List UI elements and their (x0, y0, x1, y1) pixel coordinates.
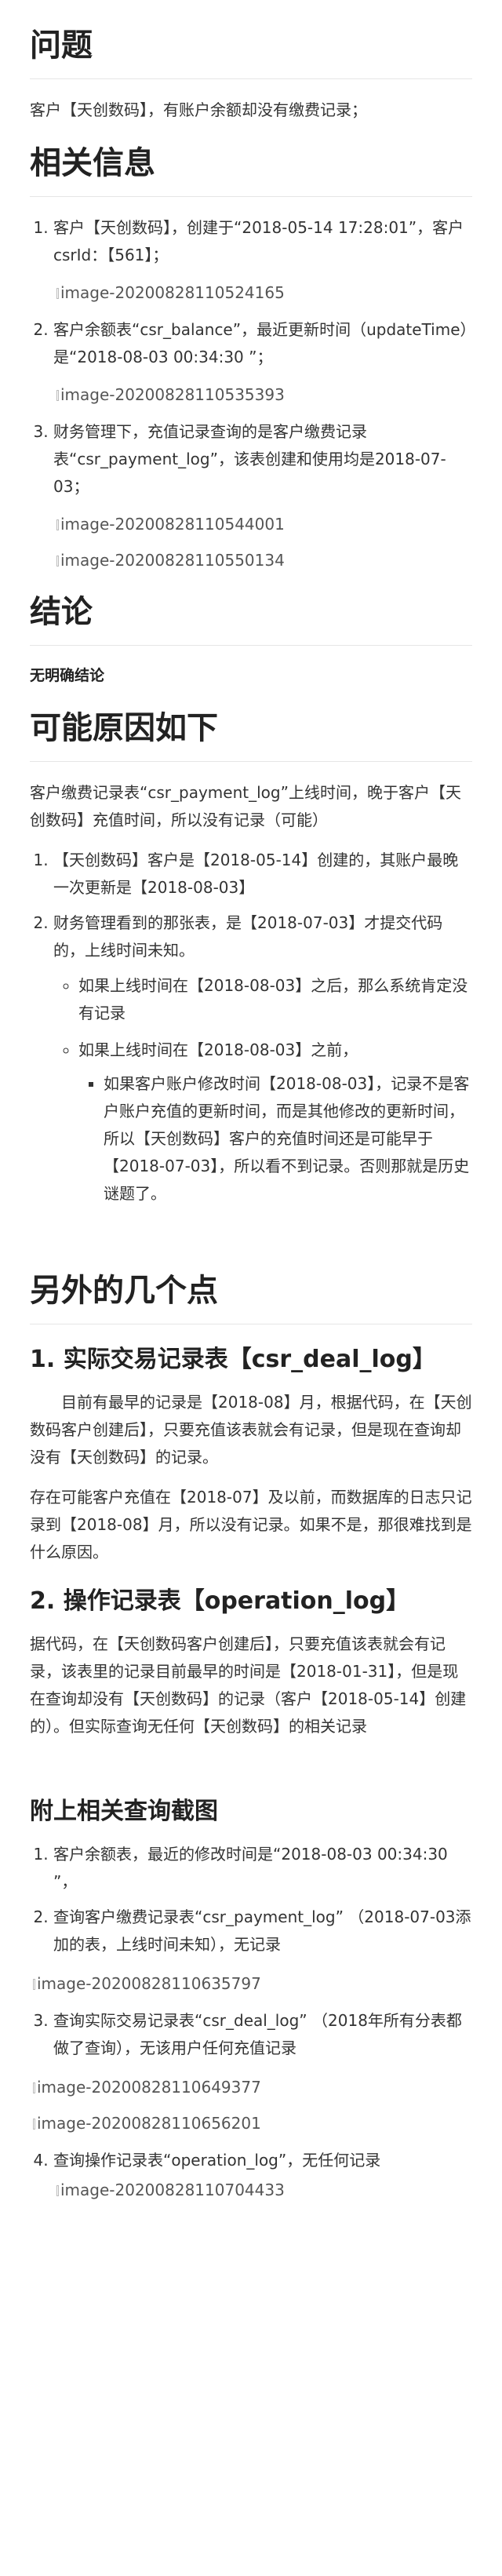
conclusion-text: 无明确结论 (30, 667, 105, 684)
broken-image-icon (56, 2185, 59, 2197)
heading-deal-log: 1. 实际交易记录表【csr_deal_log】 (30, 1346, 436, 1374)
image-placeholder: image-20200828110635797 (30, 1971, 472, 1996)
image-placeholder: image-20200828110544001 (53, 512, 472, 537)
screenshots-list: 客户余额表，最近的修改时间是“2018-08-03 00:34:30 ”， 查询… (30, 1841, 472, 1958)
reason-subitem: 如果上线时间在【2018-08-03】之后，那么系统肯定没有记录 (78, 972, 472, 1027)
deal-log-paragraph: 存在可能客户充值在【2018-07】及以前，而数据库的日志只记录到【2018-0… (30, 1488, 472, 1562)
image-alt-text: image-20200828110535393 (60, 385, 285, 404)
problem-text: 客户【天创数码】，有账户余额却没有缴费记录； (30, 100, 367, 119)
reason-subtext: 如果上线时间在【2018-08-03】之前， (78, 1040, 358, 1060)
deal-log-paragraph: 目前有最早的记录是【2018-08】月，根据代码，在【天创数码客户创建后】，只要… (30, 1393, 472, 1467)
heading-related-info: 相关信息 (30, 141, 472, 197)
related-info-item: 客户余额表“csr_balance”，最近更新时间（updateTime）是“2… (53, 316, 472, 407)
screenshot-text: 查询操作记录表“operation_log”，无任何记录 (53, 2151, 381, 2170)
image-alt-text: image-20200828110704433 (60, 2181, 285, 2200)
image-placeholder: image-20200828110649377 (30, 2075, 472, 2100)
related-info-text: 客户余额表“csr_balance”，最近更新时间（updateTime）是“2… (53, 320, 468, 366)
reason-subtext: 如果上线时间在【2018-08-03】之后，那么系统肯定没有记录 (78, 976, 468, 1023)
image-placeholder: image-20200828110656201 (30, 2111, 472, 2136)
broken-image-icon (56, 519, 59, 530)
broken-image-icon (56, 556, 59, 567)
image-alt-text: image-20200828110524165 (60, 283, 285, 302)
related-info-item: 财务管理下，充值记录查询的是客户缴费记录表“csr_payment_log”，该… (53, 418, 472, 573)
related-info-item: 客户【天创数码】，创建于“2018-05-14 17:28:01”，客户csrI… (53, 214, 472, 305)
reason-text: 财务管理看到的那张表，是【2018-07-03】才提交代码的，上线时间未知。 (53, 913, 443, 960)
image-alt-text: image-20200828110550134 (60, 551, 285, 570)
image-alt-text: image-20200828110649377 (37, 2078, 261, 2097)
reason-item: 财务管理看到的那张表，是【2018-07-03】才提交代码的，上线时间未知。 如… (53, 909, 472, 1208)
heading-problem: 问题 (30, 24, 472, 79)
related-info-text: 财务管理下，充值记录查询的是客户缴费记录表“csr_payment_log”，该… (53, 422, 446, 496)
broken-image-icon (56, 288, 59, 299)
reason-subsubitem: 如果客户账户修改时间【2018-08-03】，记录不是客户账户充值的更新时间，而… (104, 1070, 472, 1208)
image-alt-text: image-20200828110544001 (60, 515, 285, 534)
heading-other-points: 另外的几个点 (30, 1269, 472, 1325)
reasons-intro: 客户缴费记录表“csr_payment_log”上线时间，晚于客户【天创数码】充… (30, 783, 461, 830)
reason-text: 【天创数码】客户是【2018-05-14】创建的，其账户最晚一次更新是【2018… (53, 851, 459, 898)
broken-image-icon (56, 390, 59, 401)
screenshots-list: 查询操作记录表“operation_log”，无任何记录 image-20200… (30, 2147, 472, 2203)
reason-subsubtext: 如果客户账户修改时间【2018-08-03】，记录不是客户账户充值的更新时间，而… (104, 1074, 470, 1204)
reason-item: 【天创数码】客户是【2018-05-14】创建的，其账户最晚一次更新是【2018… (53, 847, 472, 902)
related-info-text: 客户【天创数码】，创建于“2018-05-14 17:28:01”，客户csrI… (53, 218, 464, 264)
broken-image-icon (33, 1979, 35, 1991)
image-placeholder: image-20200828110535393 (53, 382, 472, 407)
reason-subitem: 如果上线时间在【2018-08-03】之前， 如果客户账户修改时间【2018-0… (78, 1037, 472, 1208)
operation-log-paragraph: 据代码，在【天创数码客户创建后】，只要充值该表就会有记录，该表里的记录目前最早的… (30, 1634, 467, 1736)
screenshot-item: 客户余额表，最近的修改时间是“2018-08-03 00:34:30 ”， (53, 1841, 472, 1896)
screenshots-list: 查询实际交易记录表“csr_deal_log” （2018年所有分表都做了查询）… (30, 2007, 472, 2062)
image-alt-text: image-20200828110635797 (37, 1974, 261, 1994)
screenshot-item: 查询客户缴费记录表“csr_payment_log” （2018-07-03添加… (53, 1904, 472, 1958)
image-placeholder: image-20200828110704433 (53, 2177, 472, 2203)
screenshot-text: 查询实际交易记录表“csr_deal_log” （2018年所有分表都做了查询）… (53, 2011, 462, 2058)
image-placeholder: image-20200828110524165 (53, 280, 472, 305)
reason-sublist: 如果上线时间在【2018-08-03】之后，那么系统肯定没有记录 如果上线时间在… (53, 972, 472, 1208)
heading-operation-log: 2. 操作记录表【operation_log】 (30, 1587, 410, 1616)
reason-subsublist: 如果客户账户修改时间【2018-08-03】，记录不是客户账户充值的更新时间，而… (78, 1070, 472, 1208)
heading-conclusion: 结论 (30, 590, 472, 646)
screenshot-item: 查询实际交易记录表“csr_deal_log” （2018年所有分表都做了查询）… (53, 2007, 472, 2062)
heading-possible-reasons: 可能原因如下 (30, 706, 472, 763)
image-alt-text: image-20200828110656201 (37, 2114, 261, 2133)
related-info-list: 客户【天创数码】，创建于“2018-05-14 17:28:01”，客户csrI… (30, 214, 472, 573)
image-placeholder: image-20200828110550134 (53, 548, 472, 573)
heading-screenshots: 附上相关查询截图 (30, 1798, 218, 1826)
broken-image-icon (33, 2082, 35, 2094)
broken-image-icon (33, 2119, 35, 2130)
screenshot-text: 查询客户缴费记录表“csr_payment_log” （2018-07-03添加… (53, 1907, 471, 1955)
screenshot-text: 客户余额表，最近的修改时间是“2018-08-03 00:34:30 ”， (53, 1845, 448, 1892)
reasons-list: 【天创数码】客户是【2018-05-14】创建的，其账户最晚一次更新是【2018… (30, 847, 472, 1208)
screenshot-item: 查询操作记录表“operation_log”，无任何记录 image-20200… (53, 2147, 472, 2203)
